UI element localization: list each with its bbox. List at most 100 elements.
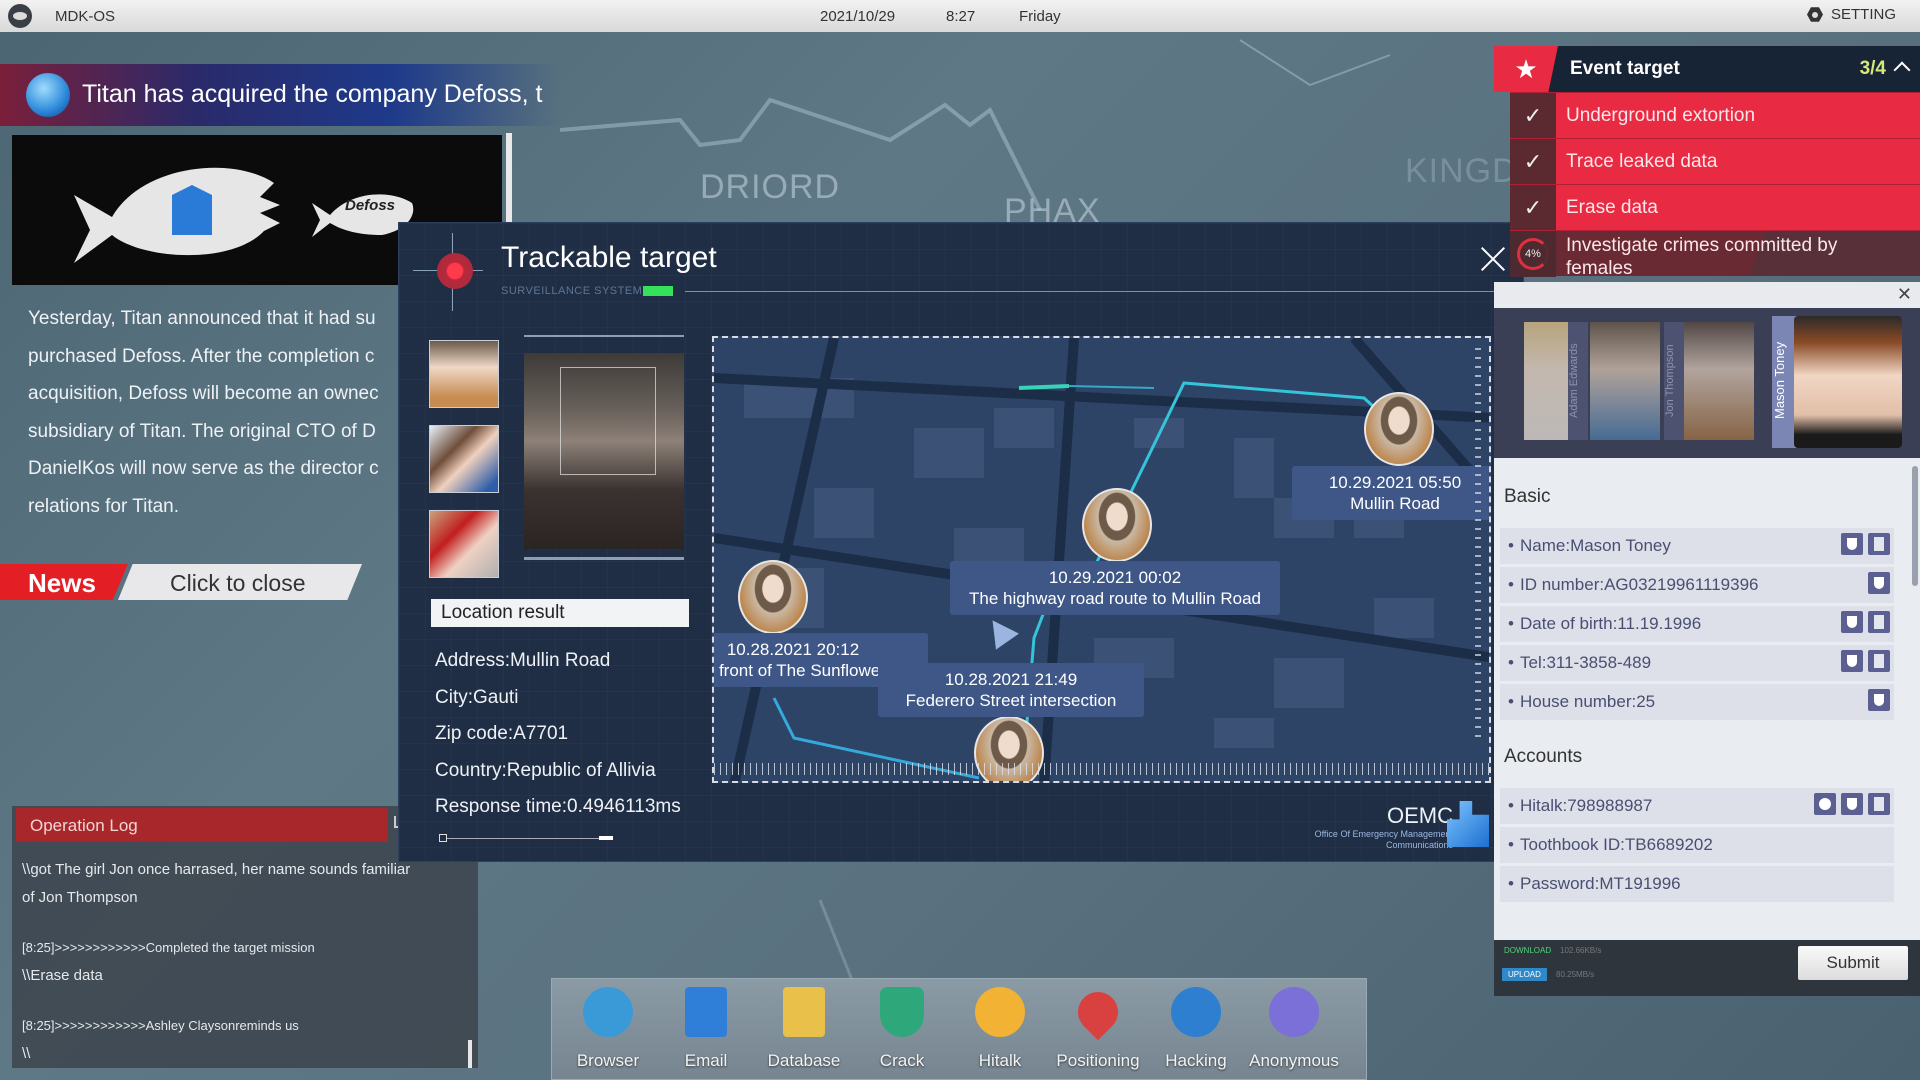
shield-icon[interactable]	[1841, 793, 1863, 815]
map-point-label[interactable]: 10.29.2021 00:02 The highway road route …	[950, 561, 1280, 615]
shield-icon[interactable]	[1841, 650, 1863, 672]
profile-field-row: Tel:311-3858-489	[1500, 645, 1894, 681]
hacking-icon	[1171, 987, 1221, 1037]
profile-field-text: Date of birth:11.19.1996	[1520, 614, 1702, 633]
gear-icon	[1806, 7, 1823, 22]
portrait-name: Adam Edwards	[1568, 322, 1588, 440]
event-target-title: Event target	[1570, 58, 1680, 79]
map-region-label: DRIORD	[700, 168, 841, 206]
basic-section-title: Basic	[1504, 486, 1551, 507]
submit-button[interactable]: Submit	[1798, 946, 1908, 980]
map-point-avatar[interactable]	[738, 560, 808, 634]
system-date: 2021/10/29	[820, 8, 896, 25]
shield-icon[interactable]	[1868, 572, 1890, 594]
shield-icon[interactable]	[1868, 689, 1890, 711]
shield-icon[interactable]	[1841, 533, 1863, 555]
suspect-thumbnail[interactable]	[429, 510, 499, 578]
dock-app-label: Crack	[879, 1051, 925, 1070]
event-item[interactable]: 4% Investigate crimes committed by femal…	[1510, 230, 1920, 279]
portrait[interactable]	[1684, 322, 1754, 440]
oemc-subtitle: Communications	[1385, 840, 1453, 850]
dock-app-label: Positioning	[1056, 1051, 1140, 1070]
event-item[interactable]: ✓ Underground extortion	[1510, 92, 1920, 139]
document-icon[interactable]	[1868, 533, 1890, 555]
map-point-label[interactable]: 10.28.2021 21:49 Federero Street interse…	[878, 663, 1144, 717]
profile-field-text: Password:MT191996	[1520, 874, 1681, 893]
browser-icon	[583, 987, 633, 1037]
close-icon[interactable]: ✕	[1897, 284, 1912, 305]
dock-app-label: Email	[684, 1051, 728, 1070]
dock-app-crack[interactable]: Crack	[856, 987, 948, 1071]
news-body-line: DanielKos will now serve as the director…	[28, 458, 379, 479]
suspect-thumbnail[interactable]	[429, 425, 499, 493]
check-icon: ✓	[1510, 139, 1556, 185]
profile-field-row: Date of birth:11.19.1996	[1500, 606, 1894, 642]
face-scan-image	[524, 353, 684, 549]
time-ruler[interactable]	[714, 763, 1489, 775]
news-footer-bar: News Click to close	[0, 564, 362, 600]
dock-app-hitalk[interactable]: Hitalk	[954, 987, 1046, 1071]
zoom-ruler[interactable]	[1475, 348, 1481, 738]
oemc-title: OEMC	[1387, 803, 1453, 828]
portrait-selected[interactable]	[1794, 316, 1902, 448]
map-point-time: 10.28.2021 21:49	[944, 670, 1078, 689]
news-body-line: acquisition, Defoss will become an ownec	[28, 383, 379, 404]
dock-app-email[interactable]: Email	[660, 987, 752, 1071]
profile-field-text: Tel:311-3858-489	[1520, 653, 1652, 672]
slider-handle[interactable]	[439, 834, 447, 842]
os-logo-icon[interactable]	[8, 4, 32, 28]
document-icon[interactable]	[1868, 793, 1890, 815]
chevron-up-icon[interactable]	[1893, 61, 1911, 79]
profile-field-text: Name:Mason Toney	[1520, 536, 1671, 555]
profile-scrollbar[interactable]	[1912, 466, 1918, 586]
document-icon[interactable]	[1868, 611, 1890, 633]
oemc-subtitle: Office Of Emergency Management	[1314, 829, 1453, 839]
zoom-slider[interactable]	[439, 834, 619, 844]
map-point-place: Federero Street intersection	[905, 691, 1117, 710]
event-item-label: Investigate crimes committed by females	[1566, 235, 1838, 279]
portrait[interactable]	[1524, 322, 1574, 440]
portrait-name: Jon Thompson	[1664, 322, 1684, 440]
setting-button[interactable]: SETTING	[1806, 6, 1896, 23]
dock-app-positioning[interactable]: Positioning	[1052, 983, 1144, 1071]
tracking-map[interactable]: 10.28.2021 20:12 In front of The Sunflow…	[712, 336, 1491, 783]
dock-app-browser[interactable]: Browser	[562, 987, 654, 1071]
news-body-line: purchased Defoss. After the completion c	[28, 345, 375, 367]
dock-app-label: Hitalk	[978, 1051, 1022, 1070]
profile-field-text: ID number:AG03219961119396	[1520, 575, 1759, 594]
profile-field-text: Toothbook ID:TB6689202	[1520, 835, 1713, 854]
globe-icon	[26, 73, 70, 117]
news-headline-text: Titan has acquired the company Defoss, t	[82, 80, 543, 108]
check-icon: ✓	[1510, 93, 1556, 139]
profile-field-row: House number:25	[1500, 684, 1894, 720]
event-target-panel: ★ Event target 3/4 ✓ Underground extorti…	[1494, 46, 1920, 279]
event-item-label: Trace leaked data	[1566, 151, 1718, 172]
log-entry: [8:25]>>>>>>>>>>>>Ashley Claysonreminds …	[22, 1018, 299, 1033]
news-headline-banner[interactable]: Titan has acquired the company Defoss, t	[0, 64, 560, 126]
event-item[interactable]: ✓ Erase data	[1510, 184, 1920, 231]
event-target-header[interactable]: ★ Event target 3/4	[1494, 46, 1920, 92]
profile-footer: DOWNLOAD 102.66KB/s UPLOAD 80.25MB/s Sub…	[1494, 940, 1920, 996]
positioning-icon	[1069, 983, 1127, 1041]
upload-label: UPLOAD	[1502, 968, 1547, 981]
log-scrollbar[interactable]	[468, 1040, 472, 1068]
map-point-label[interactable]: 10.29.2021 05:50 Mullin Road	[1292, 466, 1489, 520]
document-icon[interactable]	[1868, 650, 1890, 672]
portrait[interactable]	[1590, 322, 1660, 440]
dock-app-database[interactable]: Database	[758, 987, 850, 1071]
window-title: Trackable target	[501, 241, 717, 274]
operation-log-title: Operation Log	[16, 808, 388, 842]
dock-app-label: Anonymous	[1249, 1051, 1339, 1070]
dock-app-hacking[interactable]: Hacking	[1150, 987, 1242, 1071]
suspect-thumbnail[interactable]	[429, 340, 499, 408]
check-icon: ✓	[1510, 185, 1556, 231]
database-icon	[783, 987, 825, 1037]
map-point-avatar[interactable]	[1082, 488, 1152, 562]
shield-icon[interactable]	[1841, 611, 1863, 633]
event-item[interactable]: ✓ Trace leaked data	[1510, 138, 1920, 185]
news-close-button[interactable]: Click to close	[118, 564, 362, 600]
location-info: Address:Mullin Road City:Gauti Zip code:…	[435, 643, 681, 826]
dock-app-anonymous[interactable]: Anonymous	[1248, 987, 1340, 1071]
phone-icon[interactable]	[1814, 793, 1836, 815]
map-point-avatar[interactable]	[1364, 392, 1434, 466]
